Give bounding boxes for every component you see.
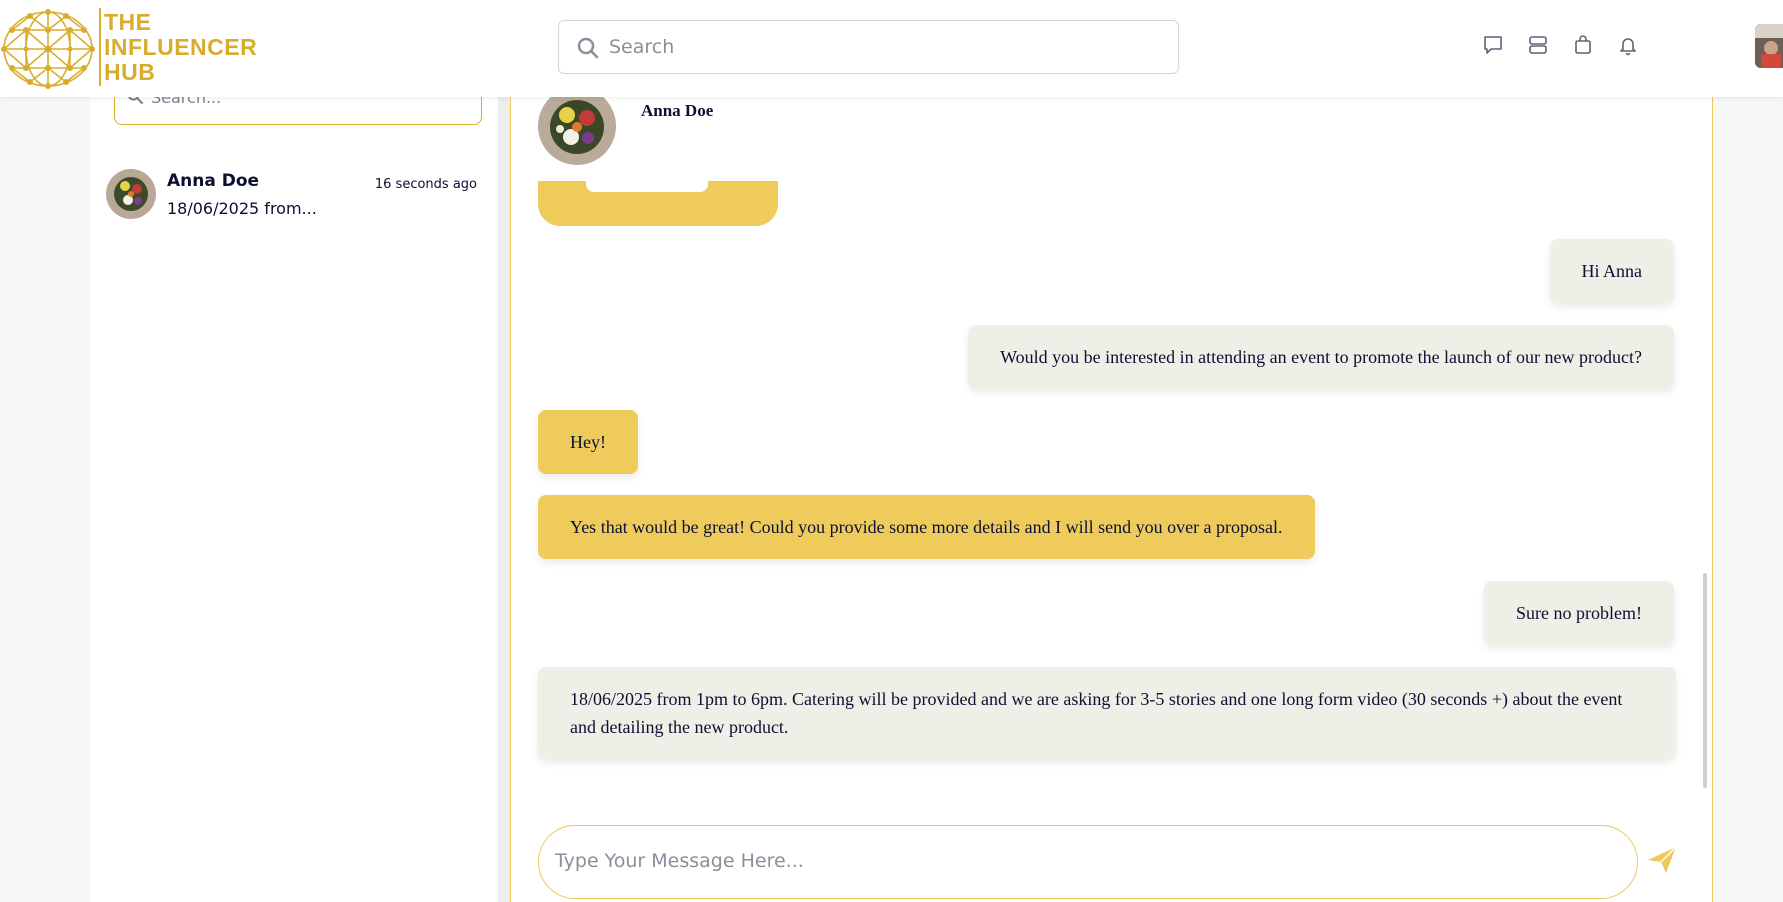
logo-line: THE	[104, 9, 152, 35]
message-text: Hey!	[570, 432, 606, 452]
bag-icon[interactable]	[1572, 34, 1594, 56]
message-bubble-sent: Hi Anna	[1549, 239, 1674, 303]
message-composer[interactable]	[538, 825, 1638, 899]
logo-globe-icon[interactable]	[0, 8, 96, 90]
bell-icon[interactable]	[1617, 34, 1639, 56]
search-icon	[577, 37, 599, 59]
list-icon[interactable]	[1527, 34, 1549, 56]
message-bubble-sent: Sure no problem!	[1484, 581, 1674, 645]
panel-divider	[498, 97, 510, 902]
message-bubble-received: Hey!	[538, 410, 638, 474]
conversation-item[interactable]: Anna Doe 16 seconds ago 18/06/2025 from.…	[106, 169, 482, 227]
message-bubble-received: Yes that would be great! Could you provi…	[538, 495, 1315, 559]
message-text: 18/06/2025 from 1pm to 6pm. Catering wil…	[570, 689, 1623, 737]
logo-divider	[99, 8, 101, 86]
contact-avatar[interactable]	[538, 87, 616, 165]
conversation-preview: 18/06/2025 from...	[167, 199, 317, 218]
chat-icon[interactable]	[1482, 34, 1504, 56]
message-text: Hi Anna	[1581, 261, 1643, 281]
conversation-sidebar: Anna Doe 16 seconds ago 18/06/2025 from.…	[90, 87, 498, 902]
logo-line: INFLUENCER	[104, 34, 258, 60]
profile-avatar[interactable]	[1755, 24, 1783, 68]
attachment-preview	[586, 181, 708, 192]
chat-panel: Anna Doe Hi Anna Would you be interested…	[510, 87, 1713, 902]
message-bubble-partial	[538, 181, 778, 226]
avatar	[106, 169, 156, 219]
conversation-name: Anna Doe	[167, 171, 260, 191]
logo-line: HUB	[104, 59, 156, 85]
chat-scrollbar-thumb[interactable]	[1703, 573, 1707, 788]
logo-text[interactable]: THE INFLUENCER HUB	[104, 10, 257, 85]
message-input[interactable]	[555, 826, 1605, 896]
message-text: Would you be interested in attending an …	[1000, 347, 1642, 367]
send-icon[interactable]	[1644, 841, 1680, 877]
contact-name: Anna Doe	[641, 101, 714, 120]
top-search-input[interactable]	[609, 21, 1169, 73]
message-bubble-sent: 18/06/2025 from 1pm to 6pm. Catering wil…	[538, 667, 1676, 759]
message-bubble-sent: Would you be interested in attending an …	[968, 325, 1674, 389]
conversation-time: 16 seconds ago	[374, 177, 477, 192]
message-text: Yes that would be great! Could you provi…	[570, 517, 1283, 537]
top-search-box[interactable]	[558, 20, 1179, 74]
message-text: Sure no problem!	[1516, 603, 1642, 623]
top-bar: THE INFLUENCER HUB	[0, 0, 1783, 97]
